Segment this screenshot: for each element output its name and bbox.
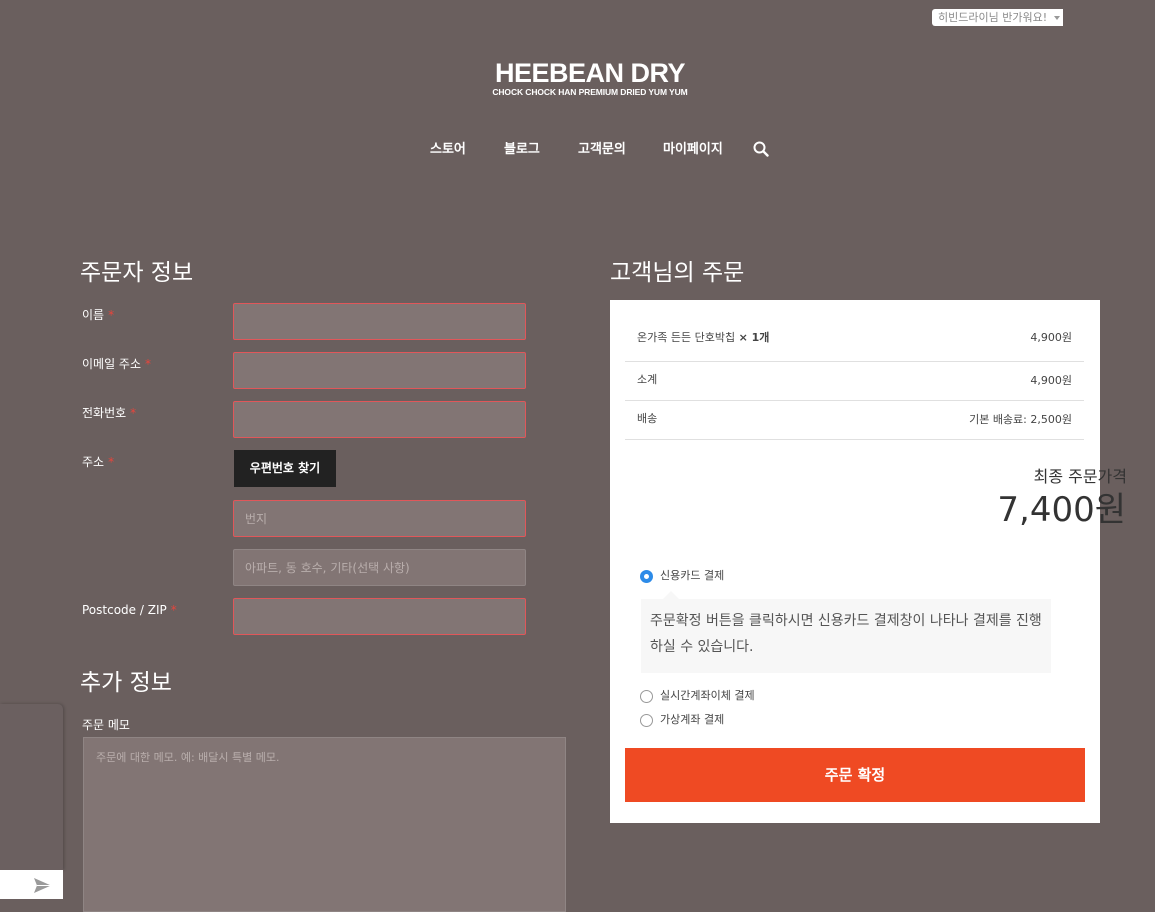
- postcode-field[interactable]: [233, 598, 526, 635]
- address-label: 주소 *: [82, 455, 115, 469]
- address1-field[interactable]: [233, 500, 526, 537]
- site-logo[interactable]: HEEBEAN DRY: [489, 57, 691, 89]
- site-logo-tagline: CHOCK CHOCK HAN PREMIUM DRIED YUM YUM: [492, 87, 688, 97]
- order-item-qty: × 1개: [738, 331, 770, 344]
- required-mark: *: [108, 455, 115, 469]
- shipping-label: 배송: [637, 412, 658, 425]
- subtotal-row: 소계 4,900원: [625, 362, 1084, 401]
- phone-label: 전화번호 *: [82, 406, 137, 420]
- order-item-price: 4,900원: [1030, 331, 1072, 344]
- postcode-label: Postcode / ZIP *: [82, 603, 177, 617]
- required-mark: *: [130, 406, 137, 420]
- payment-transfer-label[interactable]: 실시간계좌이체 결제: [660, 689, 755, 703]
- memo-label: 주문 메모: [82, 718, 130, 732]
- search-icon[interactable]: [753, 141, 769, 157]
- payment-card-label[interactable]: 신용카드 결제: [660, 569, 724, 583]
- chat-input-bar[interactable]: [0, 870, 63, 899]
- shipping-value: 기본 배송료: 2,500원: [969, 413, 1072, 426]
- order-item-row: 온가족 든든 단호박칩 × 1개 4,900원: [625, 315, 1084, 362]
- nav-item-blog[interactable]: 블로그: [504, 141, 540, 159]
- payment-virtual-radio[interactable]: [640, 714, 653, 727]
- nav-item-contact[interactable]: 고객문의: [578, 141, 626, 159]
- email-label: 이메일 주소 *: [82, 357, 152, 371]
- name-label: 이름 *: [82, 308, 115, 322]
- chevron-down-icon: [1054, 16, 1060, 20]
- billing-title: 주문자 정보: [80, 260, 194, 286]
- nav-item-store[interactable]: 스토어: [430, 141, 466, 159]
- payment-transfer-radio[interactable]: [640, 690, 653, 703]
- order-title: 고객님의 주문: [610, 260, 745, 286]
- name-field[interactable]: [233, 303, 526, 340]
- payment-desc-notch: [663, 591, 679, 599]
- subtotal-label: 소계: [637, 373, 658, 386]
- nav-item-mypage[interactable]: 마이페이지: [663, 141, 723, 159]
- place-order-button[interactable]: 주문 확정: [625, 748, 1085, 802]
- order-item-name: 온가족 든든 단호박칩: [637, 331, 736, 344]
- required-mark: *: [108, 308, 115, 322]
- payment-virtual-label[interactable]: 가상계좌 결제: [660, 713, 724, 727]
- user-greeting-text: 히빈드라이님 반가워요!: [938, 11, 1048, 24]
- phone-field[interactable]: [233, 401, 526, 438]
- email-field[interactable]: [233, 352, 526, 389]
- chat-widget-panel[interactable]: [0, 704, 63, 870]
- total-value: 7,400원: [997, 490, 1126, 530]
- required-mark: *: [170, 603, 177, 617]
- user-greeting-dropdown[interactable]: 히빈드라이님 반가워요!: [932, 9, 1063, 26]
- payment-card-radio[interactable]: [640, 570, 653, 583]
- find-zip-button[interactable]: 우편번호 찾기: [234, 450, 336, 487]
- send-icon[interactable]: [33, 877, 52, 894]
- order-memo-textarea[interactable]: [83, 737, 566, 912]
- payment-card-description: 주문확정 버튼을 클릭하시면 신용카드 결제창이 나타나 결제를 진행하실 수 …: [641, 599, 1051, 673]
- total-label: 최종 주문가격: [1033, 467, 1127, 486]
- shipping-row: 배송 기본 배송료: 2,500원: [625, 401, 1084, 440]
- address2-field[interactable]: [233, 549, 526, 586]
- required-mark: *: [145, 357, 152, 371]
- subtotal-value: 4,900원: [1030, 374, 1072, 387]
- additional-title: 추가 정보: [80, 670, 172, 696]
